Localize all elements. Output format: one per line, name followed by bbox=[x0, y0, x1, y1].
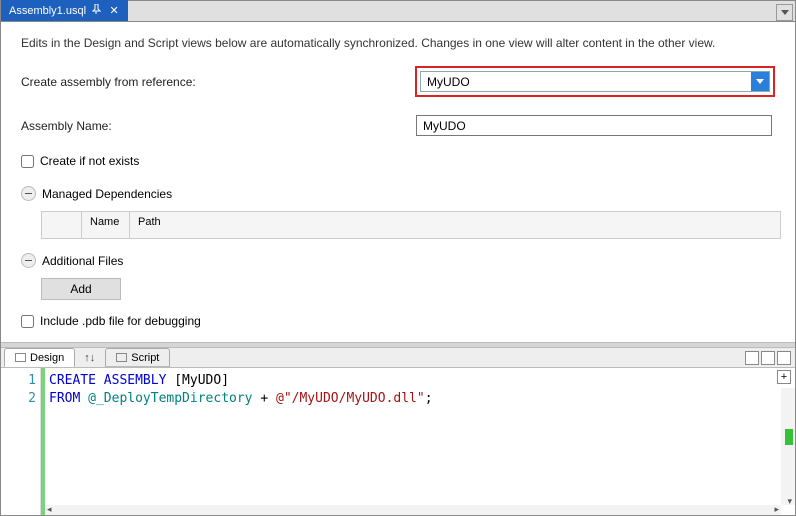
horizontal-scrollbar[interactable]: ◂ ▸ bbox=[45, 505, 781, 515]
view-tabs: Design ↑↓ Script bbox=[1, 348, 795, 368]
sync-hint: Edits in the Design and Script views bel… bbox=[21, 36, 775, 50]
managed-deps-collapse-button[interactable] bbox=[21, 186, 36, 201]
split-vertical-button[interactable] bbox=[745, 351, 759, 365]
line-number: 1 bbox=[1, 372, 36, 390]
deps-col-name[interactable]: Name bbox=[82, 212, 130, 238]
code-token-plus: + bbox=[253, 391, 276, 406]
close-icon[interactable]: ✕ bbox=[108, 5, 120, 17]
code-content[interactable]: CREATE ASSEMBLY [MyUDO] FROM @_DeployTem… bbox=[41, 368, 795, 515]
scroll-right-icon[interactable]: ▸ bbox=[774, 504, 779, 515]
deps-col-path[interactable]: Path bbox=[130, 212, 780, 238]
script-icon bbox=[116, 353, 127, 362]
split-new-window-button[interactable]: + bbox=[777, 370, 791, 384]
tab-design[interactable]: Design bbox=[4, 348, 75, 367]
tab-title: Assembly1.usql bbox=[9, 5, 86, 17]
design-panel: Edits in the Design and Script views bel… bbox=[1, 22, 795, 342]
assembly-name-input[interactable] bbox=[416, 115, 772, 136]
document-tabbar: Assembly1.usql ✕ bbox=[1, 1, 795, 22]
managed-deps-table: Name Path bbox=[41, 211, 781, 239]
include-pdb-checkbox[interactable] bbox=[21, 315, 34, 328]
script-editor[interactable]: 1 2 CREATE ASSEMBLY [MyUDO] FROM @_Deplo… bbox=[1, 368, 795, 515]
reference-dropdown[interactable]: MyUDO bbox=[420, 71, 770, 92]
add-button[interactable]: Add bbox=[41, 278, 121, 300]
create-if-not-exists-checkbox[interactable] bbox=[21, 155, 34, 168]
reference-highlight: MyUDO bbox=[415, 66, 775, 97]
code-token-string: @"/MyUDO/MyUDO.dll" bbox=[276, 391, 425, 406]
vertical-scrollbar[interactable]: ▾ bbox=[781, 388, 795, 505]
reference-label: Create assembly from reference: bbox=[21, 75, 415, 89]
code-token-keyword: FROM bbox=[49, 391, 88, 406]
design-icon bbox=[15, 353, 26, 362]
managed-deps-label: Managed Dependencies bbox=[42, 187, 172, 201]
window-root: Assembly1.usql ✕ Edits in the Design and… bbox=[0, 0, 796, 516]
code-token-var: @_DeployTempDirectory bbox=[88, 391, 252, 406]
pin-icon[interactable] bbox=[92, 4, 102, 17]
split-horizontal-button[interactable] bbox=[761, 351, 775, 365]
tab-script[interactable]: Script bbox=[105, 348, 170, 367]
additional-files-collapse-button[interactable] bbox=[21, 253, 36, 268]
assembly-name-label: Assembly Name: bbox=[21, 119, 416, 133]
scroll-left-icon[interactable]: ◂ bbox=[47, 504, 52, 515]
create-if-not-exists-label: Create if not exists bbox=[40, 154, 139, 168]
reference-value: MyUDO bbox=[427, 75, 470, 89]
code-token-ident: [MyUDO] bbox=[174, 373, 229, 388]
line-number: 2 bbox=[1, 390, 36, 408]
tab-script-label: Script bbox=[131, 352, 159, 364]
include-pdb-label: Include .pdb file for debugging bbox=[40, 314, 201, 328]
tab-assembly1[interactable]: Assembly1.usql ✕ bbox=[1, 0, 128, 21]
deps-col-blank bbox=[42, 212, 82, 238]
tabbar-overflow-button[interactable] bbox=[776, 4, 793, 21]
swap-views-button[interactable]: ↑↓ bbox=[74, 352, 105, 364]
line-gutter: 1 2 bbox=[1, 368, 41, 515]
scroll-down-icon[interactable]: ▾ bbox=[787, 496, 792, 507]
chevron-down-icon[interactable] bbox=[751, 72, 769, 91]
code-token-keyword: CREATE ASSEMBLY bbox=[49, 373, 174, 388]
additional-files-label: Additional Files bbox=[42, 254, 123, 268]
change-marker bbox=[785, 429, 793, 445]
tab-design-label: Design bbox=[30, 352, 64, 364]
collapse-pane-button[interactable] bbox=[777, 351, 791, 365]
code-token-semi: ; bbox=[425, 391, 433, 406]
add-button-label: Add bbox=[70, 282, 91, 296]
view-layout-tools bbox=[745, 351, 791, 365]
